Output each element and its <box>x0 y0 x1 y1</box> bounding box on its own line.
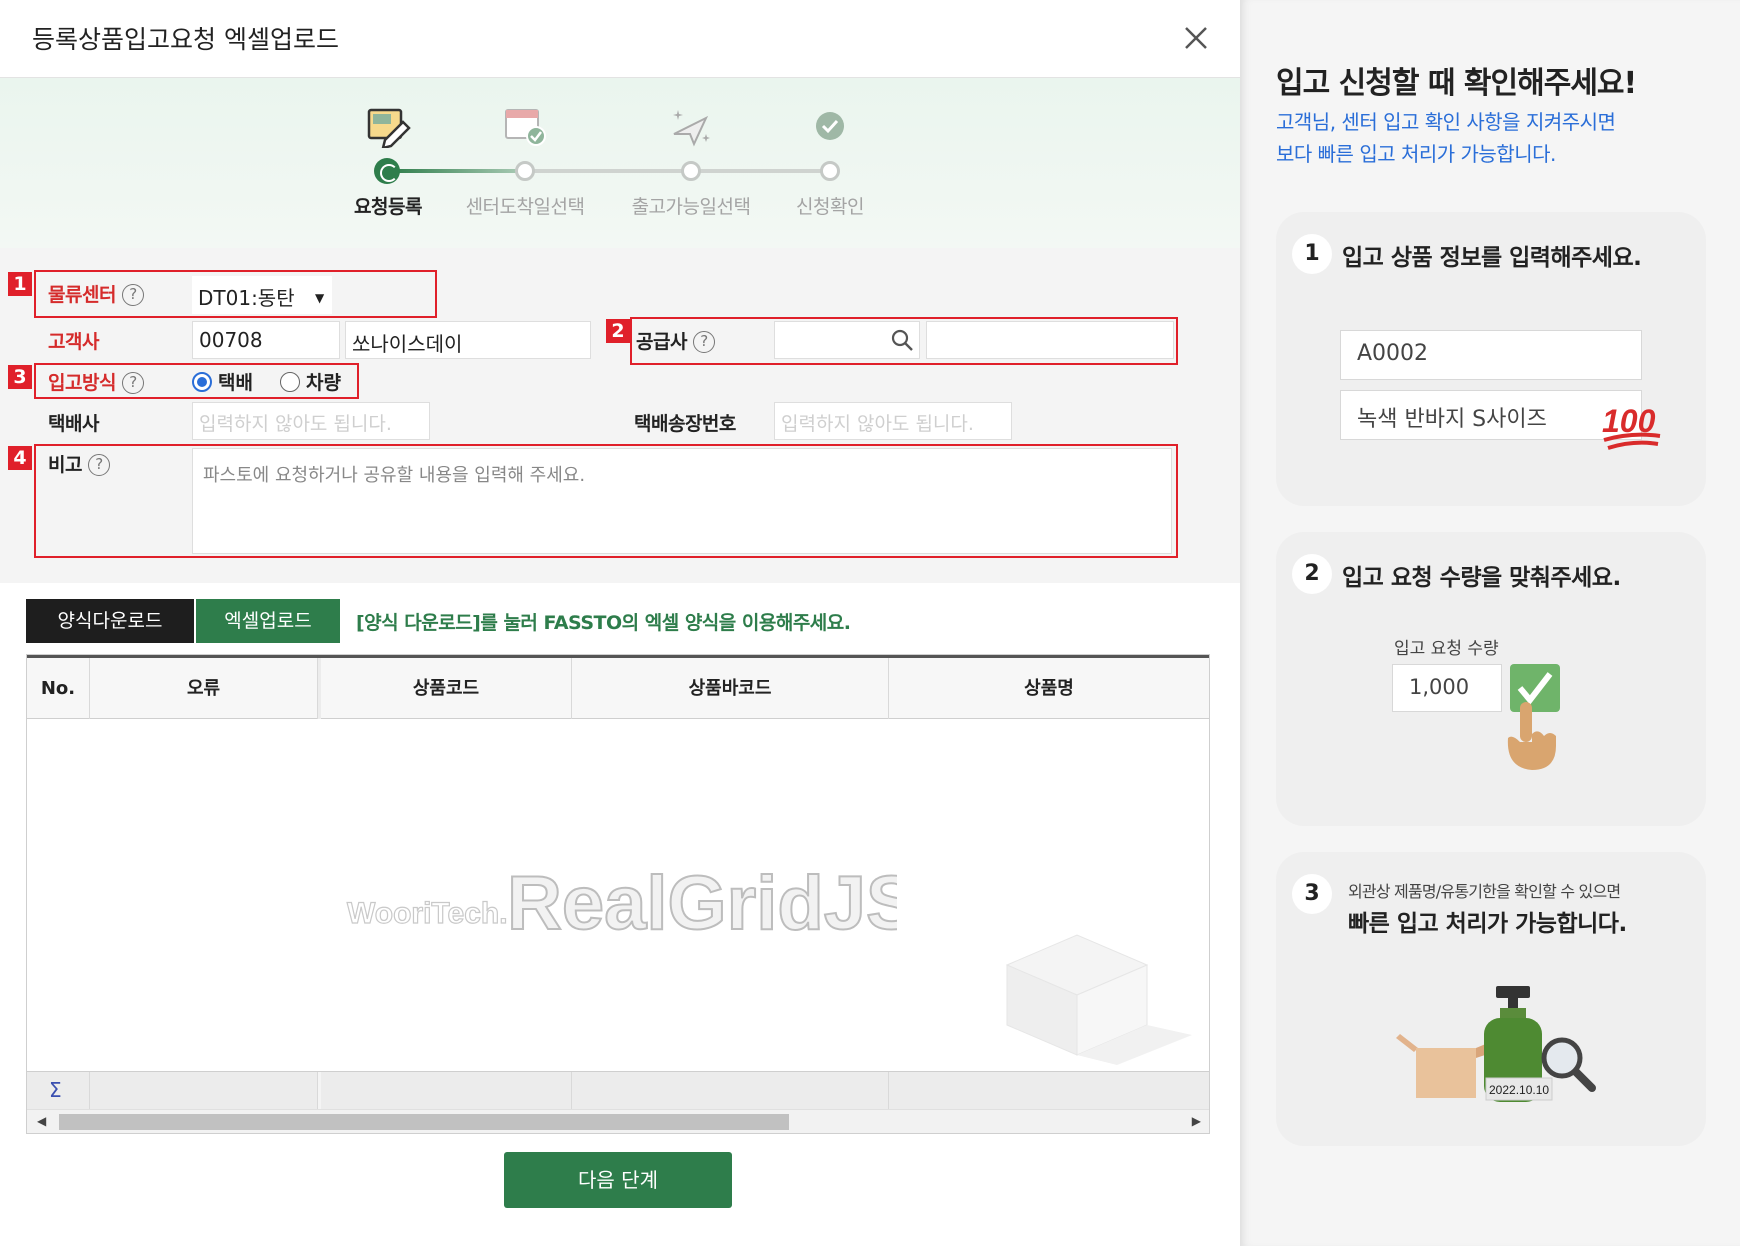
col-product-name[interactable]: 상품명 <box>889 658 1209 719</box>
footer-cell: Σ <box>27 1072 90 1110</box>
mock-product-input: 녹색 반바지 S사이즈 <box>1340 390 1642 440</box>
grid-header: No. 오류 상품코드 상품바코드 상품명 <box>27 655 1209 719</box>
guide-subtitle-line1: 고객님, 센터 입고 확인 사항을 지켜주시면 <box>1276 110 1616 134</box>
guide-panel: 입고 신청할 때 확인해주세요! 고객님, 센터 입고 확인 사항을 지켜주시면… <box>1240 0 1740 1246</box>
footer-cell <box>572 1072 889 1110</box>
check-circle-icon <box>816 112 844 140</box>
center-select-value: DT01:동탄 <box>198 286 295 310</box>
help-icon[interactable]: ? <box>87 454 110 476</box>
guide-title: 입고 신청할 때 확인해주세요! <box>1276 66 1637 101</box>
center-label-text: 물류센터 <box>48 284 116 306</box>
card-title: 입고 상품 정보를 입력해주세요. <box>1342 245 1642 271</box>
col-error[interactable]: 오류 <box>90 658 318 719</box>
courier-label: 택배사 <box>48 413 99 435</box>
radio-vehicle[interactable] <box>280 372 300 392</box>
customer-label: 고객사 <box>48 331 99 353</box>
watermark-small: WooriTech. <box>347 897 508 930</box>
hundred-points-icon: 100 <box>1602 403 1661 450</box>
guide-subtitle-line2: 보다 빠른 입고 처리가 가능합니다. <box>1276 142 1556 166</box>
stepper: 요청등록 센터도착일선택 출고가능일선택 신청확인 <box>0 78 1240 248</box>
center-select[interactable]: DT01:동탄 ▼ <box>192 276 332 314</box>
stepper-progress <box>390 169 520 173</box>
radio-parcel-label: 택배 <box>218 372 253 394</box>
watermark-big: RealGridJS <box>507 861 897 941</box>
card-number: 2 <box>1292 554 1332 594</box>
col-no[interactable]: No. <box>27 658 90 719</box>
badge-4: 4 <box>8 446 32 470</box>
step-label-request: 요청등록 <box>354 196 422 218</box>
product-inspection-icon: 2022.10.10 <box>1396 986 1596 1102</box>
card-number: 1 <box>1292 234 1332 274</box>
step-label-shipping: 출고가능일선택 <box>631 196 751 218</box>
invoice-input[interactable]: 입력하지 않아도 됩니다. <box>774 402 1012 440</box>
remark-label: 비고? <box>48 450 110 477</box>
step-label-confirm: 신청확인 <box>796 196 864 218</box>
supplier-label-text: 공급사 <box>636 331 687 353</box>
upload-modal: 등록상품입고요청 엑셀업로드 요청등록 센터도착일선택 출고가능일선택 신청확인… <box>0 0 1240 1246</box>
remark-textarea[interactable]: 파스토에 요청하거나 공유할 내용을 입력해 주세요. <box>192 448 1172 554</box>
grid-hint: [양식 다운로드]를 눌러 FASSTO의 엑셀 양식을 이용해주세요. <box>356 612 851 634</box>
center-label: 물류센터? <box>48 280 144 307</box>
step-dot-1 <box>374 158 400 184</box>
scroll-right-icon[interactable]: ▶ <box>1192 1114 1201 1128</box>
customer-code-field: 00708 <box>192 321 340 359</box>
badge-1: 1 <box>8 272 32 296</box>
help-icon[interactable]: ? <box>692 331 715 353</box>
expiry-date-text: 2022.10.10 <box>1489 1083 1549 1097</box>
modal-title: 등록상품입고요청 엑셀업로드 <box>32 25 339 54</box>
grid-footer: Σ <box>27 1071 1209 1110</box>
invoice-label: 택배송장번호 <box>634 413 736 435</box>
badge-3: 3 <box>8 365 32 389</box>
step-label-arrival: 센터도착일선택 <box>465 196 585 218</box>
badge-2: 2 <box>606 319 630 343</box>
edit-document-icon <box>367 108 411 148</box>
download-template-button[interactable]: 양식다운로드 <box>26 599 194 643</box>
guide-card-2: 2 입고 요청 수량을 맞춰주세요. 입고 요청 수량 1,000 <box>1276 532 1706 826</box>
card-title: 빠른 입고 처리가 가능합니다. <box>1348 911 1627 937</box>
qty-label: 입고 요청 수량 <box>1394 639 1499 659</box>
guide-card-1: 1 입고 상품 정보를 입력해주세요. A0002 녹색 반바지 S사이즈 10… <box>1276 212 1706 506</box>
scrollbar-thumb[interactable] <box>59 1114 789 1130</box>
supplier-name-field <box>926 321 1174 359</box>
upload-grid[interactable]: No. 오류 상품코드 상품바코드 상품명 WooriTech. RealGri… <box>26 654 1210 1134</box>
method-label: 입고방식? <box>48 368 144 395</box>
step-dot-3 <box>681 161 701 181</box>
customer-name-field: 쏘나이스데이 <box>345 321 591 359</box>
method-label-text: 입고방식 <box>48 372 116 394</box>
remark-label-text: 비고 <box>48 454 82 476</box>
help-icon[interactable]: ? <box>121 372 144 394</box>
box-illustration-icon <box>1005 934 1192 1065</box>
footer-cell <box>90 1072 318 1110</box>
chevron-down-icon: ▼ <box>314 291 325 305</box>
card-number: 3 <box>1292 874 1332 914</box>
col-barcode[interactable]: 상품바코드 <box>572 658 889 719</box>
next-step-button[interactable]: 다음 단계 <box>504 1152 732 1208</box>
radio-parcel[interactable] <box>192 372 212 392</box>
col-product-code[interactable]: 상품코드 <box>318 658 572 719</box>
radio-vehicle-label: 차량 <box>306 372 341 394</box>
guide-card-3: 3 외관상 제품명/유통기한을 확인할 수 있으면 빠른 입고 처리가 가능합니… <box>1276 852 1706 1146</box>
pointing-hand-icon <box>1507 702 1556 770</box>
search-icon[interactable] <box>890 328 914 352</box>
sigma-icon: Σ <box>49 1078 62 1102</box>
calendar-check-icon <box>505 109 546 146</box>
modal-header: 등록상품입고요청 엑셀업로드 <box>0 0 1240 78</box>
step-dot-2 <box>515 161 535 181</box>
mock-qty-input: 1,000 <box>1392 664 1502 712</box>
step-dot-4 <box>820 161 840 181</box>
realgrid-watermark: WooriTech. RealGridJS <box>346 860 897 941</box>
help-icon[interactable]: ? <box>121 284 144 306</box>
close-icon[interactable] <box>1178 20 1214 56</box>
horizontal-scrollbar[interactable]: ◀ ▶ <box>27 1109 1209 1133</box>
courier-input[interactable]: 입력하지 않아도 됩니다. <box>192 402 430 440</box>
excel-upload-button[interactable]: 엑셀업로드 <box>196 599 340 643</box>
scroll-left-icon[interactable]: ◀ <box>37 1114 46 1128</box>
paper-plane-sparkle-icon <box>673 110 710 147</box>
mock-code-input: A0002 <box>1340 330 1642 380</box>
supplier-label: 공급사? <box>636 327 715 354</box>
card-title: 입고 요청 수량을 맞춰주세요. <box>1342 565 1621 591</box>
card-small-text: 외관상 제품명/유통기한을 확인할 수 있으면 <box>1348 882 1621 901</box>
footer-cell <box>318 1072 572 1110</box>
